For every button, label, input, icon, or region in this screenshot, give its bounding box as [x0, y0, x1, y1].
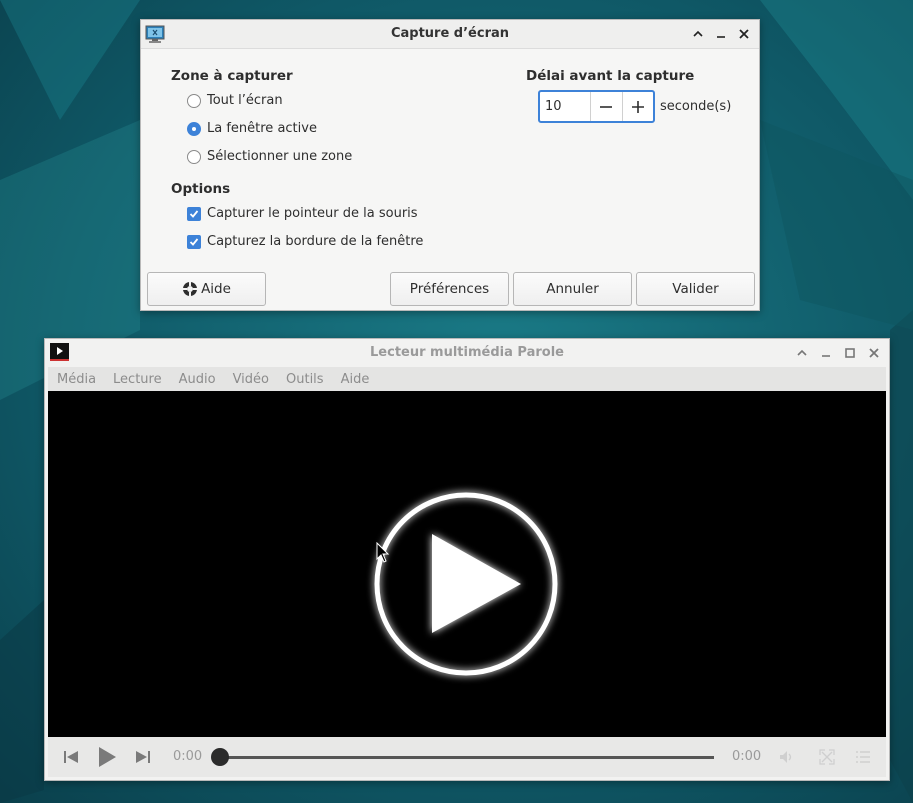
seek-bar[interactable] — [220, 756, 714, 759]
player-titlebar[interactable]: Lecteur multimédia Parole — [45, 339, 889, 367]
playlist-button[interactable] — [854, 748, 872, 766]
help-button[interactable]: Aide — [147, 272, 266, 306]
checkmark-icon — [189, 209, 199, 218]
mouse-cursor-icon — [376, 542, 390, 563]
close-button[interactable] — [734, 25, 753, 43]
radio-active-window[interactable]: La fenêtre active — [187, 121, 317, 136]
help-button-label: Aide — [201, 281, 231, 297]
menu-audio[interactable]: Audio — [170, 372, 224, 387]
video-area[interactable] — [48, 391, 886, 737]
minimize-icon — [716, 36, 725, 38]
chevron-up-icon — [796, 349, 807, 356]
next-button[interactable] — [134, 748, 152, 766]
plus-icon — [631, 100, 644, 113]
fullscreen-icon — [819, 749, 835, 765]
chevron-up-icon — [692, 30, 703, 37]
cancel-button[interactable]: Annuler — [513, 272, 632, 306]
cancel-button-label: Annuler — [546, 281, 599, 297]
skip-previous-icon — [64, 751, 78, 763]
menu-media[interactable]: Média — [48, 372, 104, 387]
radio-select-region[interactable]: Sélectionner une zone — [187, 149, 352, 164]
big-play-icon[interactable] — [48, 391, 886, 737]
time-elapsed: 0:00 — [173, 749, 203, 764]
play-icon — [99, 747, 116, 767]
skip-next-icon — [136, 751, 150, 763]
menu-help[interactable]: Aide — [332, 372, 378, 387]
delay-unit: seconde(s) — [660, 99, 732, 114]
parole-window: Lecteur multimédia Parole Média Lecture … — [44, 338, 890, 781]
options-heading: Options — [171, 181, 231, 197]
menu-playback[interactable]: Lecture — [104, 372, 170, 387]
radio-label: Sélectionner une zone — [207, 149, 353, 164]
checkbox-window-border[interactable]: Capturez la bordure de la fenêtre — [187, 234, 423, 249]
delay-input[interactable] — [540, 92, 590, 121]
play-button[interactable] — [95, 745, 119, 769]
menu-tools[interactable]: Outils — [277, 372, 332, 387]
playlist-icon — [856, 751, 870, 763]
screenshot-dialog: Capture d’écran Zone à capturer Tout l’é… — [140, 19, 760, 311]
player-shade-button[interactable] — [792, 344, 811, 362]
preferences-button-label: Préférences — [409, 281, 490, 297]
player-minimize-button[interactable] — [816, 344, 835, 362]
radio-indicator[interactable] — [187, 121, 201, 136]
help-lifebuoy-icon — [183, 282, 198, 296]
menu-video[interactable]: Vidéo — [224, 372, 277, 387]
decrement-button[interactable] — [590, 92, 622, 121]
checkbox-indicator[interactable] — [187, 206, 201, 221]
dialog-title: Capture d’écran — [390, 26, 510, 41]
ok-button-label: Valider — [672, 281, 719, 297]
checkbox-capture-pointer[interactable]: Capturer le pointeur de la souris — [187, 206, 418, 221]
close-icon — [738, 29, 749, 39]
seek-handle[interactable] — [211, 748, 229, 766]
radio-label: Tout l’écran — [207, 93, 283, 108]
volume-button[interactable] — [778, 748, 796, 766]
delay-spinbutton[interactable] — [538, 90, 655, 123]
checkbox-indicator[interactable] — [187, 234, 201, 249]
fullscreen-button[interactable] — [818, 748, 836, 766]
ok-button[interactable]: Valider — [636, 272, 755, 306]
previous-button[interactable] — [62, 748, 80, 766]
player-menubar: Média Lecture Audio Vidéo Outils Aide — [48, 367, 886, 391]
checkbox-label: Capturer le pointeur de la souris — [207, 206, 418, 221]
player-close-button[interactable] — [864, 344, 883, 362]
player-title: Lecteur multimédia Parole — [370, 345, 564, 360]
checkmark-icon — [189, 237, 199, 246]
radio-label: La fenêtre active — [207, 121, 317, 136]
player-controls: 0:00 0:00 — [48, 737, 886, 777]
radio-indicator[interactable] — [187, 93, 201, 108]
increment-button[interactable] — [621, 92, 654, 121]
close-icon — [868, 348, 879, 358]
minimize-icon — [821, 355, 830, 357]
checkbox-label: Capturez la bordure de la fenêtre — [207, 234, 424, 249]
radio-indicator[interactable] — [187, 149, 201, 164]
dialog-titlebar[interactable]: Capture d’écran — [141, 20, 759, 49]
minus-icon — [600, 105, 613, 108]
minimize-button[interactable] — [711, 25, 730, 43]
volume-muted-icon — [780, 751, 792, 763]
radio-fullscreen[interactable]: Tout l’écran — [187, 93, 283, 108]
maximize-icon — [844, 348, 855, 358]
delay-heading: Délai avant la capture — [526, 68, 695, 84]
capture-area-heading: Zone à capturer — [171, 68, 293, 84]
time-total: 0:00 — [732, 749, 762, 764]
preferences-button[interactable]: Préférences — [390, 272, 509, 306]
player-maximize-button[interactable] — [840, 344, 859, 362]
shade-button[interactable] — [688, 25, 707, 43]
